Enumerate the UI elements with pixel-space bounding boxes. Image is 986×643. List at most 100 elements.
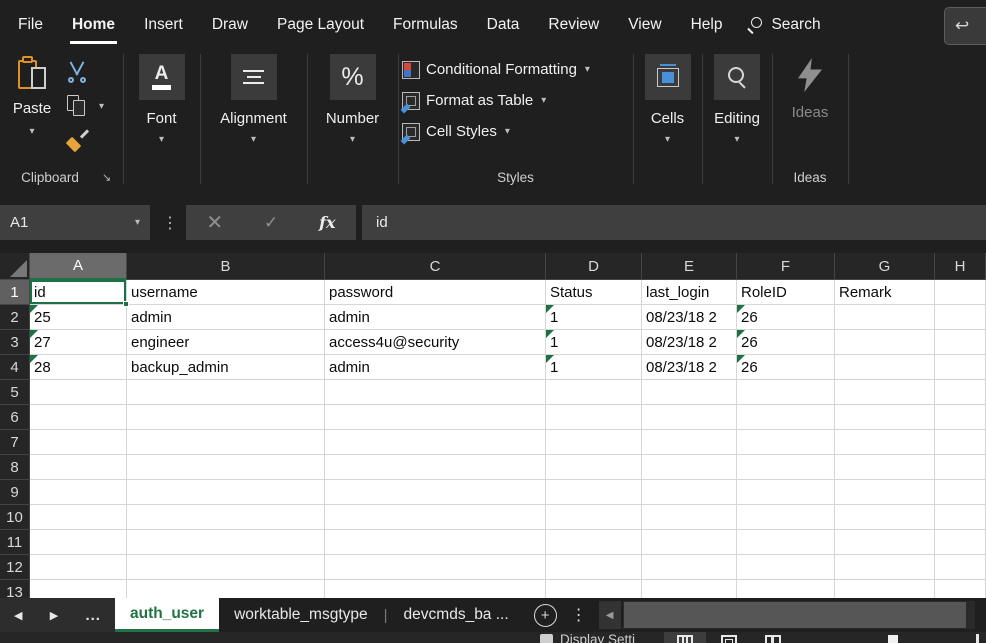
cell-G13[interactable] — [835, 580, 935, 598]
cell-F10[interactable] — [737, 505, 835, 530]
cell-B6[interactable] — [127, 405, 325, 430]
zoom-slider-handle[interactable] — [888, 635, 898, 643]
cell-H4[interactable] — [935, 355, 986, 380]
cell-A5[interactable] — [30, 380, 127, 405]
column-header-A[interactable]: A — [30, 253, 127, 280]
menu-tab-home[interactable]: Home — [72, 16, 115, 34]
cell-D13[interactable] — [546, 580, 642, 598]
row-header-11[interactable]: 11 — [0, 530, 30, 555]
cell-D11[interactable] — [546, 530, 642, 555]
cell-G5[interactable] — [835, 380, 935, 405]
menu-tab-formulas[interactable]: Formulas — [393, 16, 458, 34]
row-header-3[interactable]: 3 — [0, 330, 30, 355]
cell-C11[interactable] — [325, 530, 546, 555]
cell-F1[interactable]: RoleID — [737, 280, 835, 305]
cell-H1[interactable] — [935, 280, 986, 305]
row-header-8[interactable]: 8 — [0, 455, 30, 480]
cell-B9[interactable] — [127, 480, 325, 505]
zoom-in-icon[interactable] — [976, 634, 979, 643]
insert-function-icon[interactable]: fx — [319, 213, 335, 232]
cell-A12[interactable] — [30, 555, 127, 580]
cell-D7[interactable] — [546, 430, 642, 455]
cell-E13[interactable] — [642, 580, 737, 598]
cell-C7[interactable] — [325, 430, 546, 455]
cell-B11[interactable] — [127, 530, 325, 555]
row-header-6[interactable]: 6 — [0, 405, 30, 430]
column-header-D[interactable]: D — [546, 253, 642, 280]
format-painter-button[interactable] — [62, 126, 92, 154]
cell-H13[interactable] — [935, 580, 986, 598]
scrollbar-track[interactable] — [623, 601, 975, 629]
cell-H10[interactable] — [935, 505, 986, 530]
cell-E1[interactable]: last_login — [642, 280, 737, 305]
cell-C6[interactable] — [325, 405, 546, 430]
cell-C4[interactable]: admin — [325, 355, 546, 380]
row-header-2[interactable]: 2 — [0, 305, 30, 330]
cell-G10[interactable] — [835, 505, 935, 530]
row-header-9[interactable]: 9 — [0, 480, 30, 505]
cell-G7[interactable] — [835, 430, 935, 455]
cell-H5[interactable] — [935, 380, 986, 405]
copy-caret-icon[interactable]: ▾ — [99, 102, 104, 112]
cancel-icon[interactable]: ✕ — [206, 210, 223, 235]
number-group-button[interactable]: % Number ▾ — [307, 54, 398, 145]
cell-A8[interactable] — [30, 455, 127, 480]
column-header-F[interactable]: F — [737, 253, 835, 280]
cell-B2[interactable]: admin — [127, 305, 325, 330]
cell-H9[interactable] — [935, 480, 986, 505]
column-header-H[interactable]: H — [935, 253, 986, 280]
column-header-G[interactable]: G — [835, 253, 935, 280]
cell-C5[interactable] — [325, 380, 546, 405]
cell-H11[interactable] — [935, 530, 986, 555]
cell-F8[interactable] — [737, 455, 835, 480]
menu-tab-review[interactable]: Review — [548, 16, 599, 34]
cell-E12[interactable] — [642, 555, 737, 580]
cell-F12[interactable] — [737, 555, 835, 580]
scrollbar-thumb[interactable] — [624, 602, 966, 628]
styles-button-cell-styles[interactable]: Cell Styles▾ — [402, 120, 634, 143]
cell-E11[interactable] — [642, 530, 737, 555]
cell-F3[interactable]: 26 — [737, 330, 835, 355]
cell-C9[interactable] — [325, 480, 546, 505]
cell-C3[interactable]: access4u@security — [325, 330, 546, 355]
row-header-10[interactable]: 10 — [0, 505, 30, 530]
cell-G2[interactable] — [835, 305, 935, 330]
alignment-group-button[interactable]: Alignment ▾ — [200, 54, 307, 145]
row-header-4[interactable]: 4 — [0, 355, 30, 380]
row-header-12[interactable]: 12 — [0, 555, 30, 580]
cell-D10[interactable] — [546, 505, 642, 530]
cell-B4[interactable]: backup_admin — [127, 355, 325, 380]
cell-D4[interactable]: 1 — [546, 355, 642, 380]
cell-E5[interactable] — [642, 380, 737, 405]
select-all-corner[interactable] — [0, 253, 30, 280]
cell-C10[interactable] — [325, 505, 546, 530]
next-sheet-icon[interactable]: ▶ — [50, 609, 58, 622]
cell-E10[interactable] — [642, 505, 737, 530]
cell-A11[interactable] — [30, 530, 127, 555]
cell-G9[interactable] — [835, 480, 935, 505]
column-header-B[interactable]: B — [127, 253, 325, 280]
cell-E6[interactable] — [642, 405, 737, 430]
cell-G3[interactable] — [835, 330, 935, 355]
cell-A9[interactable] — [30, 480, 127, 505]
sheet-tab-worktable-msgtype[interactable]: worktable_msgtype — [219, 598, 383, 632]
cell-D12[interactable] — [546, 555, 642, 580]
cell-B13[interactable] — [127, 580, 325, 598]
scroll-left-icon[interactable]: ◀ — [599, 601, 621, 629]
menu-tab-file[interactable]: File — [18, 16, 43, 34]
cell-G6[interactable] — [835, 405, 935, 430]
share-button[interactable]: ↩ — [944, 7, 986, 45]
menu-tab-insert[interactable]: Insert — [144, 16, 183, 34]
menu-tab-draw[interactable]: Draw — [212, 16, 248, 34]
normal-view-button[interactable] — [664, 632, 706, 643]
cell-C8[interactable] — [325, 455, 546, 480]
cell-A1[interactable]: id — [30, 280, 127, 305]
tab-overflow-button[interactable]: ... — [85, 607, 101, 624]
cell-H12[interactable] — [935, 555, 986, 580]
display-settings-label[interactable]: Display Setti — [560, 632, 635, 643]
cell-E7[interactable] — [642, 430, 737, 455]
cell-A10[interactable] — [30, 505, 127, 530]
cell-D3[interactable]: 1 — [546, 330, 642, 355]
copy-button[interactable] — [62, 92, 92, 120]
cell-G12[interactable] — [835, 555, 935, 580]
